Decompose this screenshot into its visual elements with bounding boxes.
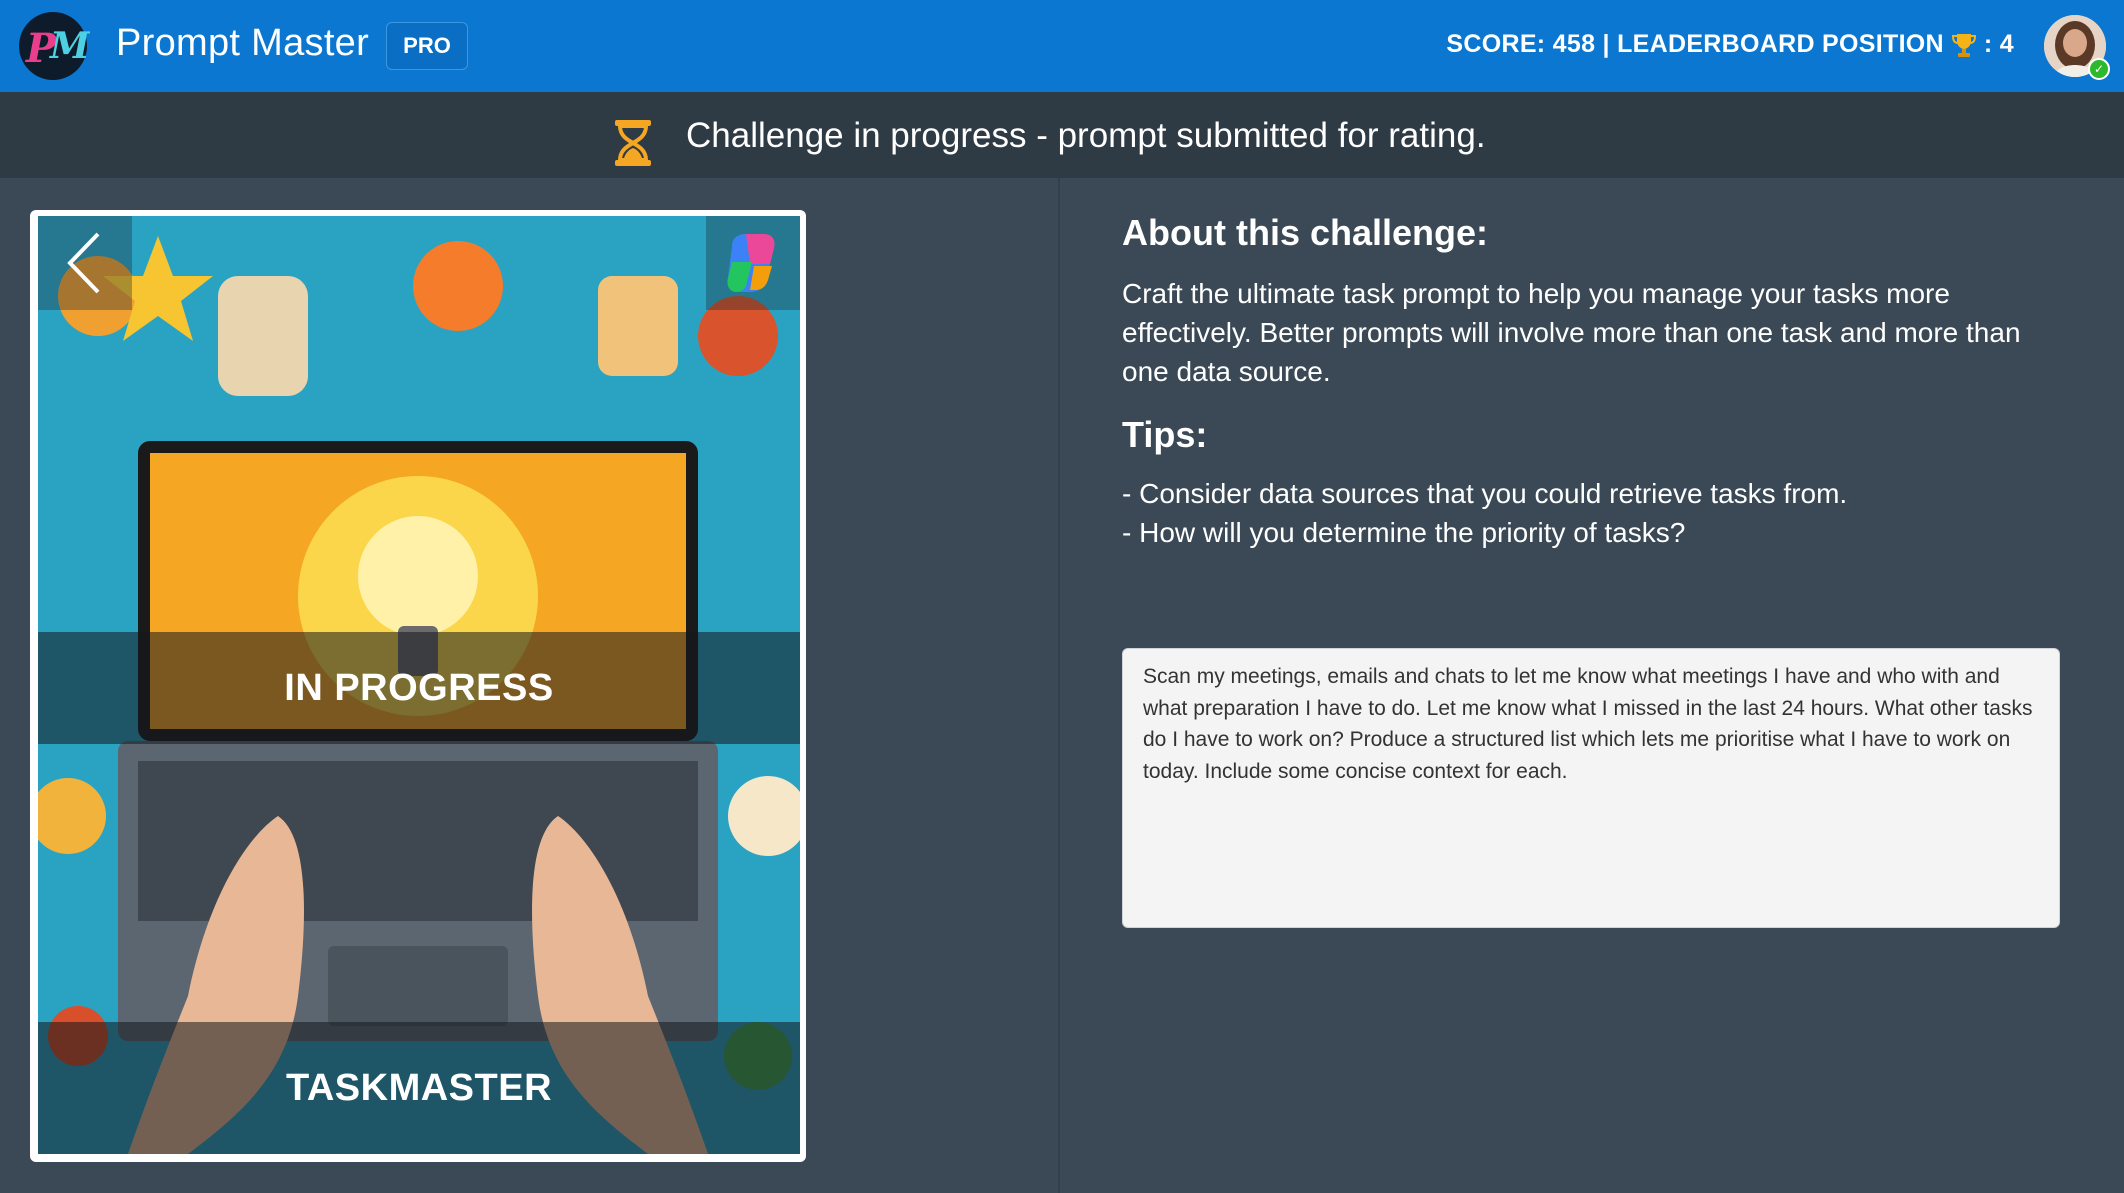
about-description: Craft the ultimate task prompt to help y… xyxy=(1122,278,2021,387)
about-heading: About this challenge: xyxy=(1122,212,1489,253)
top-bar: P M Prompt Master PRO SCORE: 458 | LEADE… xyxy=(0,0,2124,92)
submitted-prompt-field[interactable]: Scan my meetings, emails and chats to le… xyxy=(1122,648,2060,928)
copilot-icon[interactable] xyxy=(706,216,800,310)
leaderboard-position: : 4 xyxy=(1983,30,2014,58)
hourglass-icon xyxy=(615,120,651,166)
score-display: SCORE: 458 | LEADERBOARD POSITION : 4 xyxy=(1446,30,2014,59)
chevron-left-icon xyxy=(67,232,100,294)
app-title: Prompt Master xyxy=(116,22,370,64)
trophy-icon xyxy=(1951,33,1976,57)
panel-divider xyxy=(1058,178,1060,1193)
online-status-badge: ✓ xyxy=(2088,58,2110,80)
challenge-name: TASKMASTER xyxy=(38,1022,800,1154)
copilot-logo xyxy=(727,234,775,292)
tips-list: - Consider data sources that you could r… xyxy=(1122,474,1847,552)
tip-item: - Consider data sources that you could r… xyxy=(1122,478,1848,509)
tip-item: - How will you determine the priority of… xyxy=(1122,517,1686,548)
status-banner: IN PROGRESS xyxy=(38,632,800,744)
tips-heading: Tips: xyxy=(1122,414,1208,455)
pro-badge: PRO xyxy=(386,22,468,70)
app-window: P M Prompt Master PRO SCORE: 458 | LEADE… xyxy=(0,0,2124,1193)
score-text: SCORE: 458 | LEADERBOARD POSITION xyxy=(1446,30,1944,58)
status-message: Challenge in progress - prompt submitted… xyxy=(686,116,1486,155)
svg-text:M: M xyxy=(48,25,90,67)
logo-icon[interactable]: P M xyxy=(16,10,90,82)
previous-challenge-button[interactable] xyxy=(38,216,132,310)
